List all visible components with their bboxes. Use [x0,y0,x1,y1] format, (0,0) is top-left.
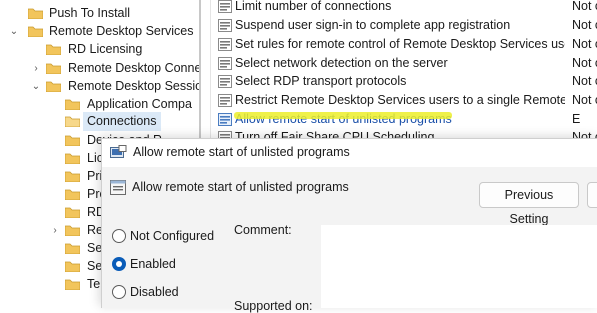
setting-state: Not c [572,130,597,138]
setting-state: E [572,112,581,126]
folder-icon [65,278,80,290]
policy-setting-icon [218,19,232,32]
folder-icon [46,62,61,74]
tree-item-label: Connections [83,112,161,131]
setting-name: Select network detection on the server [235,56,448,70]
tree-item-label: Te [87,277,101,291]
comment-textarea[interactable] [321,225,597,308]
setting-row[interactable]: Restrict Remote Desktop Services users t… [212,91,597,110]
radio-label: Disabled [130,285,179,299]
folder-icon [65,170,80,182]
setting-name: Limit number of connections [235,0,392,13]
chevron-down-icon[interactable]: ⌄ [30,77,42,96]
dialog-window-title: Allow remote start of unlisted programs [133,145,350,159]
tree-item-label: Remote Desktop Conne [68,61,200,75]
comment-label: Comment: [234,223,292,237]
policy-setting-icon [218,75,232,88]
setting-row[interactable]: Suspend user sign-in to complete app reg… [212,16,597,35]
policy-setting-icon [110,180,126,195]
policy-setting-icon [218,57,232,70]
folder-icon [65,224,80,236]
folder-icon [65,134,80,146]
folder-icon [65,206,80,218]
tree-item-label: Pri [87,169,103,183]
next-setting-button[interactable] [587,182,597,208]
dialog-title-bar[interactable]: Allow remote start of unlisted programs [102,139,597,167]
folder-icon [65,242,80,254]
setting-state: Not c [572,18,597,32]
folder-open-icon [65,115,80,127]
policy-window-icon [110,145,127,160]
policy-setting-dialog: Allow remote start of unlisted programs … [101,138,597,313]
setting-state: Not c [572,37,597,51]
setting-name: Set rules for remote control of Remote D… [235,37,565,51]
chevron-right-icon[interactable]: › [49,221,61,240]
folder-icon [65,152,80,164]
tree-item-label: RD Licensing [68,42,143,56]
setting-state: Not c [572,0,597,13]
folder-icon [65,188,80,200]
radio-button[interactable] [112,229,126,243]
highlight-marker [234,112,452,119]
pane-divider[interactable] [210,0,211,138]
chevron-right-icon[interactable]: › [30,59,42,78]
tree-item-label: Remote Desktop Sessio [68,79,200,93]
radio-button-checked[interactable] [112,257,126,271]
radio-button[interactable] [112,285,126,299]
folder-icon [46,80,61,92]
tree-item-label: Push To Install [49,6,131,20]
setting-name: Turn off Fair Share CPU Scheduling [235,130,435,138]
setting-row[interactable]: Set rules for remote control of Remote D… [212,35,597,54]
previous-setting-button[interactable]: Previous Setting [479,182,579,226]
folder-icon [28,7,43,19]
tree-item-label: Se [87,259,103,273]
radio-label: Not Configured [130,229,215,243]
tree-scrollbar[interactable] [199,0,201,140]
radio-label: Enabled [130,257,176,271]
policy-setting-icon [218,113,232,126]
folder-icon [65,260,80,272]
policy-setting-icon [218,0,232,13]
setting-state: Not c [572,93,597,107]
policy-setting-icon [218,94,232,107]
setting-row[interactable]: Select RDP transport protocols Not c [212,72,597,91]
setting-row[interactable]: Turn off Fair Share CPU Scheduling Not c [212,128,597,138]
setting-state: Not c [572,74,597,88]
folder-icon [46,43,61,55]
folder-icon [65,98,80,110]
setting-state: Not c [572,56,597,70]
supported-on-label: Supported on: [234,299,313,313]
dialog-heading: Allow remote start of unlisted programs [132,180,349,194]
folder-icon [28,25,43,37]
setting-row[interactable]: Limit number of connections Not c [212,0,597,16]
setting-name: Restrict Remote Desktop Services users t… [235,93,565,107]
tree-item-label: Remote Desktop Services [49,24,194,38]
setting-row[interactable]: Select network detection on the server N… [212,54,597,73]
setting-name: Suspend user sign-in to complete app reg… [235,18,511,32]
setting-name: Select RDP transport protocols [235,74,407,88]
tree-item-label: Se [87,241,103,255]
policy-setting-icon [218,131,232,138]
policy-setting-icon [218,38,232,51]
chevron-down-icon[interactable]: ⌄ [8,22,20,41]
